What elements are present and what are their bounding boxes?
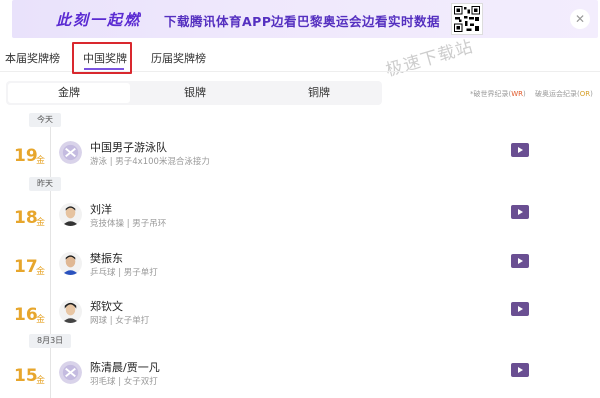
team-logo-icon [59,141,82,164]
event-description: 竞技体操 | 男子吊环 [90,219,167,229]
athlete-name[interactable]: 樊振东 [90,250,123,266]
medal-rank: 16 [14,305,38,325]
tab-historical-medal-table[interactable]: 历届奖牌榜 [151,50,206,66]
medal-unit: 金 [36,376,46,386]
medal-type-segment: 金牌 银牌 铜牌 [6,81,382,105]
banner-watch-text: 边看巴黎奥运会边看实时数据 [271,14,441,29]
promo-banner[interactable]: 此刻一起燃 下载腾讯体育APP 边看巴黎奥运会边看实时数据 ✕ [12,0,598,38]
legend-or-badge: OR [579,90,591,98]
event-description: 游泳 | 男子4x100米混合泳接力 [90,157,210,167]
medal-entry: 16 金 郑钦文 网球 | 女子单打 [0,296,600,336]
segment-gold[interactable]: 金牌 [8,83,130,103]
medal-rank: 19 [14,146,38,166]
medal-unit: 金 [36,267,46,277]
athlete-avatar [59,300,82,323]
olympic-record-legend: 破奥运会纪录(OR) [535,90,593,98]
play-video-icon[interactable] [511,205,529,219]
athlete-name[interactable]: 中国男子游泳队 [90,139,167,155]
medal-rank: 15 [14,366,38,386]
play-video-icon[interactable] [511,302,529,316]
medal-unit: 金 [36,156,46,166]
event-description: 乒乓球 | 男子单打 [90,268,158,278]
medal-entry: 18 金 刘洋 竞技体操 | 男子吊环 [0,199,600,239]
banner-slogan: 此刻一起燃 [56,11,142,29]
world-record-legend: *破世界纪录(WR) [470,90,526,98]
medal-unit: 金 [36,218,46,228]
legend-or-prefix: 破奥运会纪录 [535,90,577,98]
legend-wr-badge: WR [511,90,524,98]
play-video-icon[interactable] [511,363,529,377]
selection-highlight-box [72,42,132,74]
play-video-icon[interactable] [511,143,529,157]
segment-silver[interactable]: 银牌 [134,81,256,105]
legend-wr-prefix: *破世界纪录 [470,90,509,98]
date-label: 昨天 [29,177,61,191]
medal-rank: 18 [14,208,38,228]
team-logo-icon [59,361,82,384]
tab-current-medal-table[interactable]: 本届奖牌榜 [5,50,60,66]
segment-bronze[interactable]: 铜牌 [258,81,380,105]
close-icon[interactable]: ✕ [570,9,590,29]
medal-entry: 17 金 樊振东 乒乓球 | 男子单打 [0,248,600,288]
date-label: 今天 [29,113,61,127]
event-description: 网球 | 女子单打 [90,316,150,326]
qr-code-icon [451,3,483,35]
athlete-name[interactable]: 刘洋 [90,201,112,217]
medal-entry: 15 金 陈清晨/贾一凡 羽毛球 | 女子双打 [0,357,600,397]
athlete-avatar [59,252,82,275]
banner-download-text: 下载腾讯体育APP [164,14,272,29]
athlete-name[interactable]: 陈清晨/贾一凡 [90,359,160,375]
event-description: 羽毛球 | 女子双打 [90,377,158,387]
date-label: 8月3日 [29,334,72,348]
play-video-icon[interactable] [511,254,529,268]
medal-rank: 17 [14,257,38,277]
athlete-avatar [59,203,82,226]
athlete-name[interactable]: 郑钦文 [90,298,123,314]
medal-entry: 19 金 中国男子游泳队 游泳 | 男子4x100米混合泳接力 [0,137,600,177]
medal-unit: 金 [36,315,46,325]
